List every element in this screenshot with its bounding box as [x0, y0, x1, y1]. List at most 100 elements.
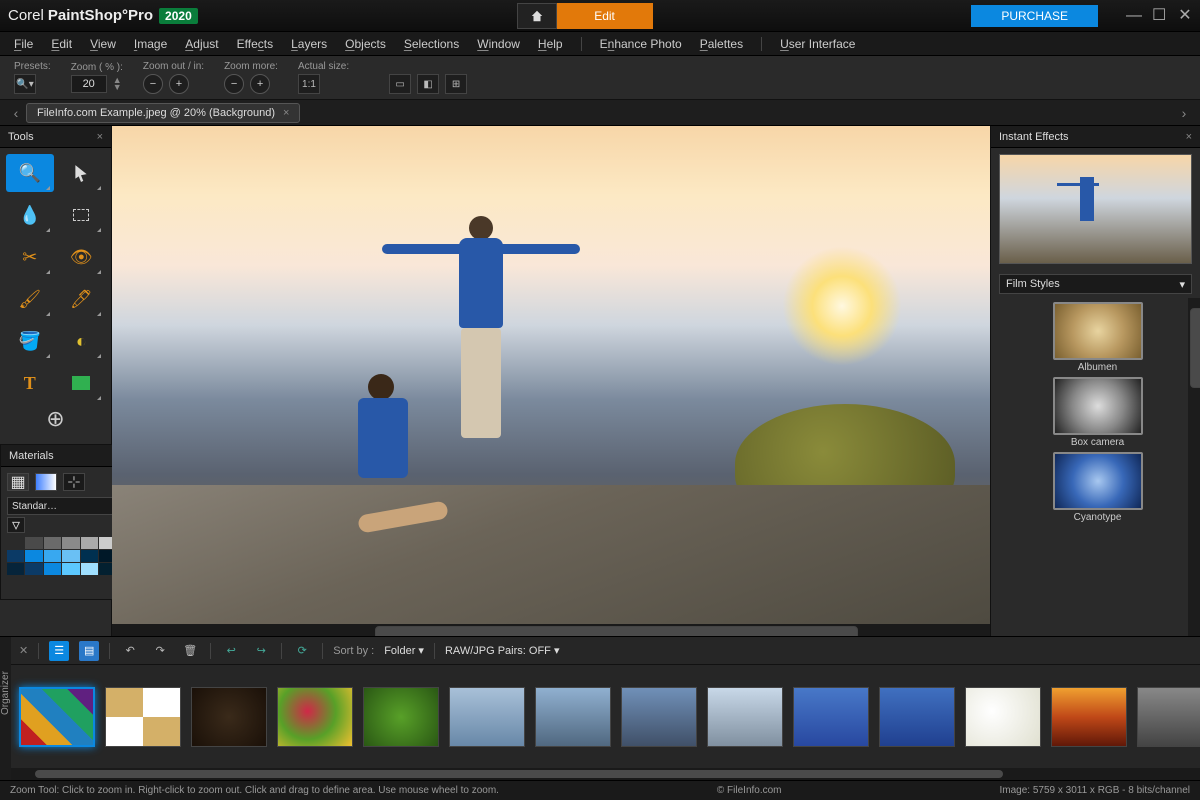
org-undo[interactable]: ↩ — [221, 641, 241, 661]
fit-all-button[interactable]: ⊞ — [445, 74, 467, 94]
tool-pick[interactable] — [58, 154, 106, 192]
color-swatch[interactable] — [81, 550, 98, 562]
color-swatch[interactable] — [44, 563, 61, 575]
tool-add-button[interactable]: ⊕ — [6, 406, 105, 432]
zoom-input[interactable]: 20 — [71, 75, 107, 93]
fit-image-button[interactable]: ◧ — [417, 74, 439, 94]
tab-next-button[interactable]: › — [1174, 105, 1194, 121]
org-refresh[interactable]: ⟳ — [292, 641, 312, 661]
organizer-thumb[interactable] — [449, 687, 525, 747]
effect-albumen[interactable]: Albumen — [997, 302, 1198, 373]
color-swatch[interactable] — [7, 563, 24, 575]
menu-adjust[interactable]: Adjust — [185, 37, 218, 51]
org-delete[interactable]: 🗑 — [180, 641, 200, 661]
canvas-hscrollbar[interactable] — [112, 624, 990, 636]
effects-category-select[interactable]: Film Styles▾ — [999, 274, 1192, 294]
color-swatch[interactable] — [62, 537, 79, 549]
zoom-spinner[interactable]: ▲▼ — [113, 77, 122, 91]
menu-palettes[interactable]: Palettes — [700, 37, 743, 51]
fit-window-button[interactable]: ▭ — [389, 74, 411, 94]
color-swatch[interactable] — [62, 550, 79, 562]
raw-jpg-toggle[interactable]: RAW/JPG Pairs: OFF ▾ — [445, 644, 560, 657]
organizer-thumb[interactable] — [535, 687, 611, 747]
tool-crop[interactable]: ✂ — [6, 238, 54, 276]
tool-selection[interactable] — [58, 196, 106, 234]
zoom-in-button[interactable]: + — [169, 74, 189, 94]
tool-fill[interactable]: 🪣 — [6, 322, 54, 360]
materials-filter[interactable]: ▿ — [7, 517, 25, 533]
organizer-thumb[interactable] — [793, 687, 869, 747]
workspace-edit-button[interactable]: Edit — [557, 3, 653, 29]
minimize-button[interactable]: ― — [1126, 9, 1140, 23]
tool-lighten[interactable]: ◐ — [58, 322, 106, 360]
organizer-thumb[interactable] — [277, 687, 353, 747]
org-view-info[interactable]: ▤ — [79, 641, 99, 661]
sort-value[interactable]: Folder ▾ — [384, 644, 424, 657]
organizer-hscrollbar[interactable] — [11, 768, 1200, 780]
canvas[interactable] — [112, 126, 990, 636]
menu-view[interactable]: View — [90, 37, 116, 51]
actual-size-button[interactable]: 1:1 — [298, 74, 320, 94]
zoom-out-button[interactable]: − — [143, 74, 163, 94]
document-tab-close[interactable]: × — [283, 107, 289, 119]
effect-cyanotype[interactable]: Cyanotype — [997, 452, 1198, 523]
menu-window[interactable]: Window — [477, 37, 520, 51]
effects-scrollbar[interactable] — [1188, 298, 1200, 636]
color-swatch[interactable] — [7, 550, 24, 562]
organizer-thumb[interactable] — [879, 687, 955, 747]
menu-enhance-photo[interactable]: Enhance Photo — [600, 37, 682, 51]
organizer-thumb[interactable] — [1137, 687, 1200, 747]
organizer-thumb[interactable] — [707, 687, 783, 747]
org-rotate-left[interactable]: ↶ — [120, 641, 140, 661]
tool-zoom[interactable]: 🔍 — [6, 154, 54, 192]
organizer-thumb[interactable] — [621, 687, 697, 747]
tool-redeye[interactable]: 👁 — [58, 238, 106, 276]
color-swatch[interactable] — [81, 537, 98, 549]
tool-brush[interactable]: 🖌 — [6, 280, 54, 318]
menu-user-interface[interactable]: User Interface — [780, 37, 855, 51]
menu-edit[interactable]: Edit — [51, 37, 72, 51]
organizer-thumb[interactable] — [105, 687, 181, 747]
org-redo[interactable]: ↪ — [251, 641, 271, 661]
color-swatch[interactable] — [62, 563, 79, 575]
menu-layers[interactable]: Layers — [291, 37, 327, 51]
color-swatch[interactable] — [44, 537, 61, 549]
tool-dropper[interactable]: 💧 — [6, 196, 54, 234]
maximize-button[interactable]: ☐ — [1152, 9, 1166, 23]
org-rotate-right[interactable]: ↷ — [150, 641, 170, 661]
menu-objects[interactable]: Objects — [345, 37, 386, 51]
close-button[interactable]: ✕ — [1178, 9, 1192, 23]
tools-close[interactable]: × — [97, 131, 103, 143]
menu-file[interactable]: File — [14, 37, 33, 51]
org-view-list[interactable]: ☰ — [49, 641, 69, 661]
effect-box-camera[interactable]: Box camera — [997, 377, 1198, 448]
tool-shape[interactable] — [58, 364, 106, 402]
menu-help[interactable]: Help — [538, 37, 563, 51]
color-swatch[interactable] — [44, 550, 61, 562]
menu-effects[interactable]: Effects — [237, 37, 273, 51]
organizer-side-label[interactable]: Organizer — [0, 637, 11, 780]
color-swatch[interactable] — [25, 550, 42, 562]
color-swatch[interactable] — [7, 537, 24, 549]
document-tab[interactable]: FileInfo.com Example.jpeg @ 20% (Backgro… — [26, 103, 300, 123]
workspace-home-button[interactable] — [517, 3, 557, 29]
color-swatch[interactable] — [25, 537, 42, 549]
tool-clone[interactable]: 🖊 — [58, 280, 106, 318]
materials-tab-swatches[interactable]: ▦ — [7, 473, 29, 491]
organizer-collapse[interactable]: ✕ — [19, 644, 28, 657]
materials-tab-add[interactable]: ⊹ — [63, 473, 85, 491]
organizer-thumb[interactable] — [191, 687, 267, 747]
presets-dropdown[interactable]: 🔍▾ — [14, 74, 36, 94]
zoom-out-more-button[interactable]: − — [224, 74, 244, 94]
color-swatch[interactable] — [81, 563, 98, 575]
organizer-thumb[interactable] — [1051, 687, 1127, 747]
materials-tab-gradient[interactable] — [35, 473, 57, 491]
effects-close[interactable]: × — [1186, 131, 1192, 143]
tool-text[interactable]: T — [6, 364, 54, 402]
organizer-thumb[interactable] — [19, 687, 95, 747]
menu-image[interactable]: Image — [134, 37, 167, 51]
purchase-button[interactable]: PURCHASE — [971, 5, 1098, 27]
menu-selections[interactable]: Selections — [404, 37, 459, 51]
organizer-thumb[interactable] — [363, 687, 439, 747]
organizer-thumb[interactable] — [965, 687, 1041, 747]
